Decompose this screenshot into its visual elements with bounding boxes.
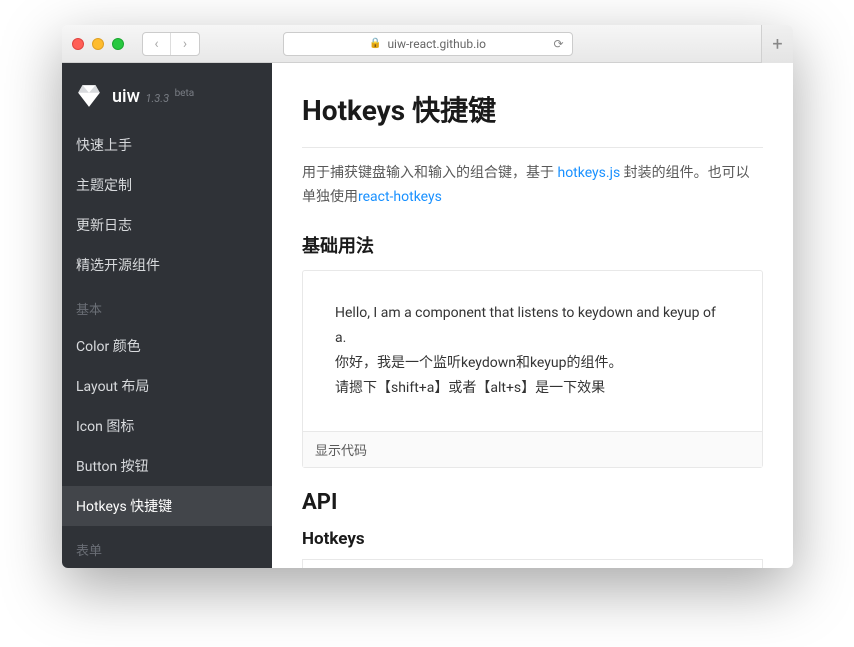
chevron-right-icon: ›	[183, 36, 187, 52]
demo-box: Hello, I am a component that listens to …	[302, 270, 763, 469]
sidebar-item-label: Hotkeys 快捷键	[76, 499, 172, 515]
api-heading: API	[302, 490, 763, 515]
sidebar-item-label: Layout 布局	[76, 379, 149, 395]
logo-version: 1.3.3	[145, 92, 169, 105]
sidebar-section-form: 表单	[62, 526, 272, 567]
link-react-hotkeys[interactable]: react-hotkeys	[358, 189, 442, 205]
address-bar[interactable]: 🔒 uiw-react.github.io ⟳	[283, 32, 573, 56]
sidebar-item-label: 更新日志	[76, 218, 132, 234]
close-window-button[interactable]	[72, 38, 84, 50]
sidebar-item-changelog[interactable]: 更新日志	[62, 205, 272, 245]
logo-tag: beta	[175, 88, 195, 99]
new-tab-button[interactable]: +	[761, 25, 793, 63]
logo[interactable]: uiw 1.3.3 beta	[62, 63, 272, 125]
sidebar-item-color[interactable]: Color 颜色	[62, 326, 272, 366]
sidebar-item-label: Icon 图标	[76, 419, 134, 435]
hotkeys-subheading: Hotkeys	[302, 529, 763, 549]
divider	[302, 147, 763, 148]
demo-content: Hello, I am a component that listens to …	[303, 271, 762, 432]
sidebar-item-theme[interactable]: 主题定制	[62, 165, 272, 205]
page-title: Hotkeys 快捷键	[302, 89, 763, 129]
back-button[interactable]: ‹	[143, 33, 171, 55]
sidebar-item-label: 快速上手	[76, 138, 132, 154]
logo-name: uiw	[112, 86, 140, 107]
minimize-window-button[interactable]	[92, 38, 104, 50]
nav-button-group: ‹ ›	[142, 32, 200, 56]
sidebar-item-label: Button 按钮	[76, 459, 149, 475]
sidebar-item-quickstart[interactable]: 快速上手	[62, 125, 272, 165]
sidebar-item-hotkeys[interactable]: Hotkeys 快捷键	[62, 486, 272, 526]
uiw-logo-icon	[76, 83, 102, 109]
app-body: uiw 1.3.3 beta 快速上手 主题定制 更新日志 精选开源组件 基本 …	[62, 63, 793, 568]
sidebar-item-label: 精选开源组件	[76, 258, 160, 274]
demo-line: 请摁下【shift+a】或者【alt+s】是一下效果	[335, 376, 730, 401]
url-text: uiw-react.github.io	[387, 37, 486, 51]
demo-line: 你好，我是一个监听keydown和keyup的组件。	[335, 351, 730, 376]
section-basic-usage: 基础用法	[302, 232, 763, 258]
sidebar-section-basic: 基本	[62, 285, 272, 326]
show-code-button[interactable]: 显示代码	[303, 431, 762, 467]
lock-icon: 🔒	[369, 38, 381, 49]
sidebar-item-layout[interactable]: Layout 布局	[62, 366, 272, 406]
sidebar: uiw 1.3.3 beta 快速上手 主题定制 更新日志 精选开源组件 基本 …	[62, 63, 272, 568]
intro-text: 用于捕获键盘输入和输入的组合键，基于 hotkeys.js 封装的组件。也可以单…	[302, 162, 763, 210]
main-content: Hotkeys 快捷键 用于捕获键盘输入和输入的组合键，基于 hotkeys.j…	[272, 63, 793, 568]
maximize-window-button[interactable]	[112, 38, 124, 50]
sidebar-item-button[interactable]: Button 按钮	[62, 446, 272, 486]
sidebar-item-label: 主题定制	[76, 178, 132, 194]
api-table	[302, 559, 763, 568]
browser-toolbar: ‹ › 🔒 uiw-react.github.io ⟳ +	[62, 25, 793, 63]
sidebar-item-opensource[interactable]: 精选开源组件	[62, 245, 272, 285]
window-controls	[72, 38, 124, 50]
demo-line: Hello, I am a component that listens to …	[335, 301, 730, 351]
chevron-left-icon: ‹	[154, 36, 158, 52]
link-hotkeysjs[interactable]: hotkeys.js	[557, 165, 620, 181]
browser-window: ‹ › 🔒 uiw-react.github.io ⟳ + u	[62, 25, 793, 568]
plus-icon: +	[772, 34, 782, 55]
forward-button[interactable]: ›	[171, 33, 199, 55]
sidebar-item-icon[interactable]: Icon 图标	[62, 406, 272, 446]
reload-icon[interactable]: ⟳	[553, 37, 563, 51]
sidebar-item-label: Color 颜色	[76, 339, 141, 355]
